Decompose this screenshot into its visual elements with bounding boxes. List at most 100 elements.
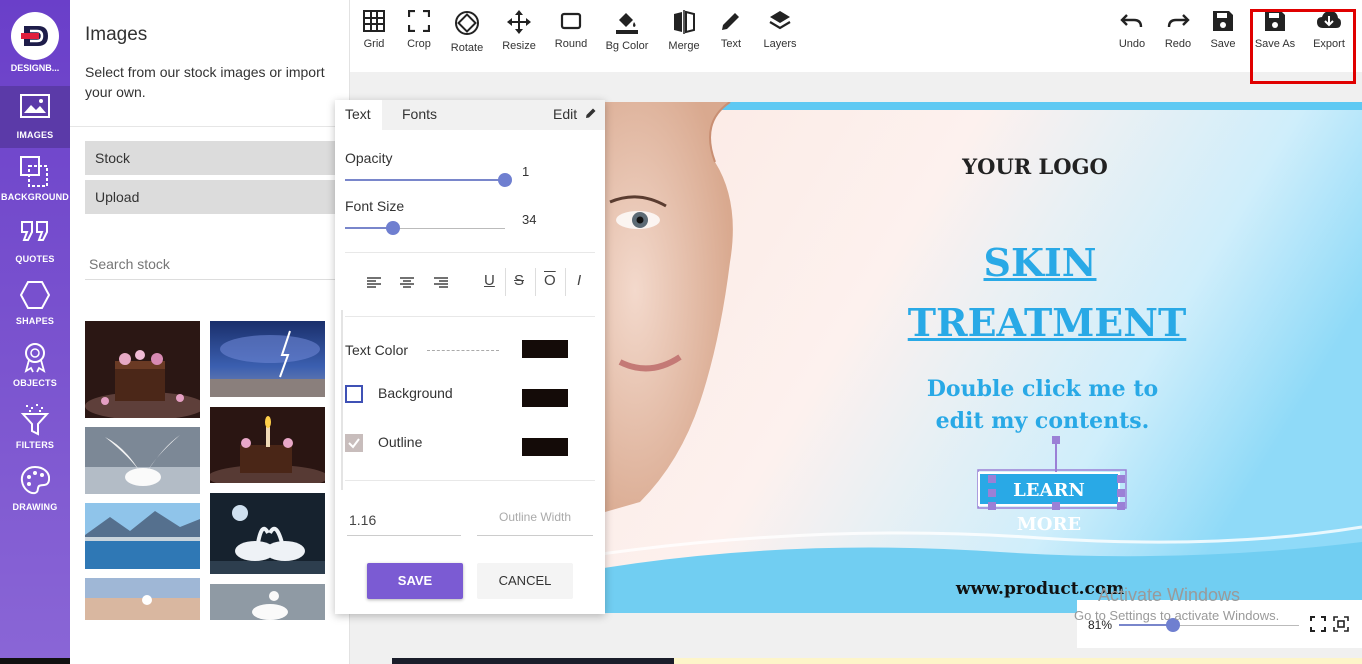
zoom-slider-fill: [1119, 624, 1173, 626]
align-left-button[interactable]: [366, 276, 382, 294]
align-center-icon: [400, 277, 414, 288]
align-right-button[interactable]: [433, 276, 449, 294]
learn-more-text-element[interactable]: LEARN MORE: [978, 472, 1120, 535]
hexagon-icon: [20, 281, 50, 309]
text-color-swatch[interactable]: [522, 340, 568, 358]
rail-item-drawing[interactable]: DRAWING: [0, 458, 70, 520]
tool-label: Layers: [763, 38, 797, 50]
logo-text[interactable]: YOUR LOGO: [938, 154, 1132, 179]
strikethrough-button[interactable]: S: [514, 272, 524, 289]
fit-screen-button[interactable]: [1333, 616, 1349, 637]
undo-button[interactable]: Undo: [1117, 10, 1147, 50]
search-stock-input[interactable]: [85, 248, 335, 280]
bg-color-tool[interactable]: Bg Color: [604, 10, 650, 52]
underline-button[interactable]: U: [484, 272, 495, 289]
grid-tool[interactable]: Grid: [360, 10, 388, 50]
opacity-slider-handle[interactable]: [498, 173, 512, 187]
background-checkbox[interactable]: [345, 385, 363, 403]
tool-label: Text: [720, 38, 742, 50]
resize-handle[interactable]: [988, 489, 996, 497]
text-properties-panel: Text Fonts Edit Opacity 1 Font Size 34 U: [335, 100, 605, 614]
fullscreen-button[interactable]: [1310, 616, 1326, 637]
stock-thumb-swan[interactable]: [210, 584, 325, 620]
edit-button[interactable]: Edit: [543, 100, 597, 130]
rail-label: QUOTES: [15, 254, 55, 264]
italic-button[interactable]: I: [577, 272, 581, 289]
save-button[interactable]: Save: [1209, 10, 1237, 50]
rail-label: DRAWING: [12, 502, 58, 512]
brand[interactable]: DESIGNB...: [0, 0, 70, 86]
stock-thumb-cake[interactable]: [85, 321, 200, 418]
crop-tool[interactable]: Crop: [403, 10, 435, 50]
align-center-button[interactable]: [399, 276, 415, 294]
save-button[interactable]: SAVE: [367, 563, 463, 599]
top-toolbar: Grid Crop Rotate Resize Round Bg Color M…: [350, 0, 1362, 72]
rail-item-images[interactable]: IMAGES: [0, 86, 70, 148]
edit-label: Edit: [553, 106, 578, 122]
text-tool[interactable]: Text: [716, 10, 746, 50]
tab-text[interactable]: Text: [335, 100, 382, 130]
line-height-input[interactable]: 1.16: [347, 512, 461, 536]
stock-thumb-swan-wings[interactable]: [85, 427, 200, 494]
panel-description: Select from our stock images or import y…: [85, 64, 325, 100]
stock-button[interactable]: Stock: [85, 141, 335, 175]
filter-icon: [20, 404, 50, 436]
tool-label: Undo: [1118, 38, 1146, 50]
rail-item-background[interactable]: BACKGROUND: [0, 148, 70, 210]
headline-line-1[interactable]: SKIN: [910, 240, 1170, 285]
badge-icon: [24, 343, 46, 373]
outline-color-swatch[interactable]: [522, 438, 568, 456]
headline-line-2[interactable]: TREATMENT: [890, 300, 1204, 345]
stock-thumb-lightning[interactable]: [210, 321, 325, 397]
rail-label: OBJECTS: [13, 378, 57, 388]
resize-handle[interactable]: [988, 475, 996, 483]
scrollbar[interactable]: [341, 310, 343, 490]
stock-thumb-dancer[interactable]: [85, 578, 200, 620]
resize-handle[interactable]: [1117, 475, 1125, 483]
panel-tabs: Text Fonts Edit: [335, 100, 605, 130]
tab-fonts[interactable]: Fonts: [392, 100, 447, 130]
brand-logo-icon: [11, 12, 59, 60]
background-icon: [20, 156, 48, 187]
resize-handle[interactable]: [1052, 502, 1060, 510]
check-icon: [348, 438, 360, 449]
body-text-line-1[interactable]: Double click me to: [910, 376, 1175, 402]
rail-item-quotes[interactable]: QUOTES: [0, 210, 70, 272]
left-rail: DESIGNB... IMAGES BACKGROUND QUOTES SHAP…: [0, 0, 70, 664]
resize-handle[interactable]: [1117, 489, 1125, 497]
crop-icon: [408, 10, 430, 32]
rail-item-objects[interactable]: OBJECTS: [0, 334, 70, 396]
divider: [345, 316, 595, 317]
stock-thumb-candle-cake[interactable]: [210, 407, 325, 483]
pencil-icon: [586, 108, 596, 118]
tool-label: Rotate: [450, 42, 484, 54]
align-right-icon: [434, 277, 448, 288]
round-tool[interactable]: Round: [553, 10, 589, 50]
resize-handle[interactable]: [988, 502, 996, 510]
redo-button[interactable]: Redo: [1163, 10, 1193, 50]
pencil-icon: [722, 13, 739, 30]
design-canvas[interactable]: YOUR LOGO SKIN TREATMENT Double click me…: [580, 102, 1362, 613]
stock-thumb-swans-pair[interactable]: [210, 493, 325, 574]
rail-item-shapes[interactable]: SHAPES: [0, 272, 70, 334]
brand-name: DESIGNB...: [10, 63, 60, 73]
resize-tool[interactable]: Resize: [501, 10, 537, 52]
merge-tool[interactable]: Merge: [666, 10, 702, 52]
images-panel: Images Select from our stock images or i…: [70, 0, 350, 664]
font-size-slider-handle[interactable]: [386, 221, 400, 235]
rail-item-filters[interactable]: FILTERS: [0, 396, 70, 458]
stock-thumb-lake-mountains[interactable]: [85, 503, 200, 569]
divider: [535, 268, 536, 296]
outline-width-input[interactable]: Outline Width: [477, 510, 593, 536]
cancel-button[interactable]: CANCEL: [477, 563, 573, 599]
layers-tool[interactable]: Layers: [762, 10, 798, 50]
background-color-swatch[interactable]: [522, 389, 568, 407]
app-window: DESIGNB... IMAGES BACKGROUND QUOTES SHAP…: [0, 0, 1362, 664]
outline-checkbox[interactable]: [345, 434, 363, 452]
overline-button[interactable]: O: [544, 272, 556, 289]
body-text-line-2[interactable]: edit my contents.: [910, 408, 1175, 434]
rotate-tool[interactable]: Rotate: [449, 10, 485, 54]
resize-handle[interactable]: [1117, 502, 1125, 510]
upload-button[interactable]: Upload: [85, 180, 335, 214]
tool-label: Grid: [363, 38, 385, 50]
